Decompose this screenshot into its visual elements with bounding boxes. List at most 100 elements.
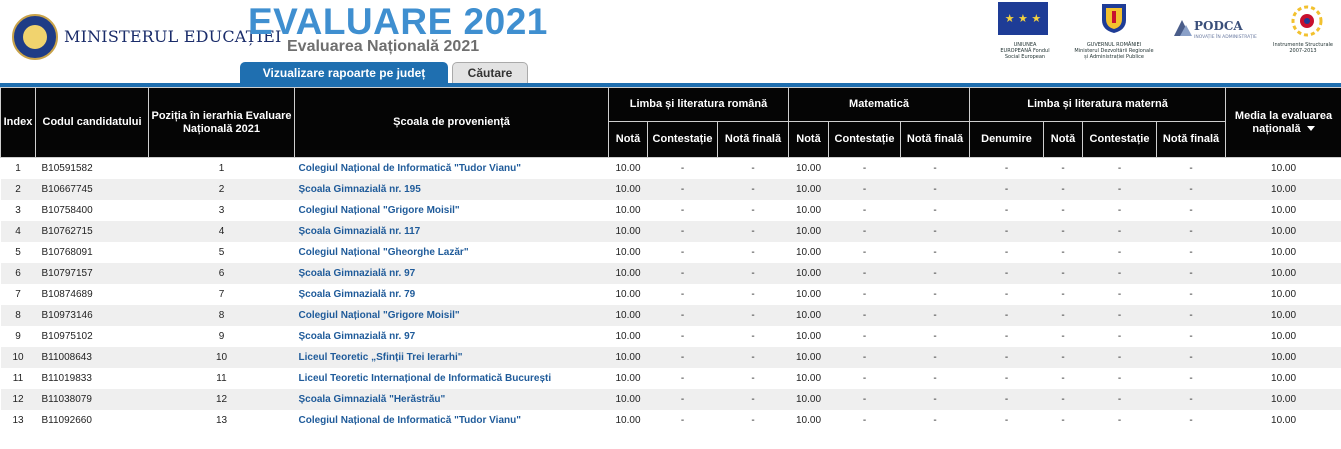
col-header-materna-contestatie[interactable]: Contestație (1082, 121, 1157, 158)
col-header-mate-contestatie[interactable]: Contestație (828, 121, 901, 158)
cell-index: 13 (0, 410, 36, 431)
cell-materna-nota: - (1043, 242, 1083, 263)
cell-mate-nota-finala: - (900, 410, 970, 431)
table-row: 8 B10973146 8 Colegiul Național "Grigore Mo… (0, 305, 1341, 326)
cell-mate-contestatie: - (828, 410, 901, 431)
cell-materna-denumire: - (969, 263, 1044, 284)
cell-mate-nota: 10.00 (788, 157, 829, 179)
cell-school-link[interactable]: Școala Gimnazială nr. 79 (294, 284, 609, 305)
cell-materna-nota: - (1043, 284, 1083, 305)
cell-code: B10973146 (35, 305, 149, 326)
ministry-crest-icon (12, 14, 58, 60)
cell-materna-contestatie: - (1082, 242, 1157, 263)
cell-school-link[interactable]: Colegiul Național "Gheorghe Lazăr" (294, 242, 609, 263)
cell-romana-nota: 10.00 (608, 305, 648, 326)
col-header-mate-nota[interactable]: Notă (788, 121, 829, 158)
cell-school-link[interactable]: Colegiul Național "Grigore Moisil" (294, 200, 609, 221)
cell-materna-contestatie: - (1082, 410, 1157, 431)
cell-index: 8 (0, 305, 36, 326)
cell-index: 5 (0, 242, 36, 263)
cell-school-link[interactable]: Școala Gimnazială nr. 117 (294, 221, 609, 242)
tab-cautare[interactable]: Căutare (452, 62, 528, 83)
col-header-school[interactable]: Școala de proveniență (294, 87, 609, 158)
table-row: 9 B10975102 9 Școala Gimnazială nr. 97 10.00… (0, 326, 1341, 347)
cell-materna-denumire: - (969, 157, 1044, 179)
cell-mate-nota: 10.00 (788, 305, 829, 326)
col-header-code[interactable]: Codul candidatului (35, 87, 149, 158)
cell-materna-nota-finala: - (1156, 368, 1226, 389)
col-header-mate-nota-finala[interactable]: Notă finală (900, 121, 970, 158)
cell-media: 10.00 (1225, 389, 1341, 410)
col-header-romana-nota[interactable]: Notă (608, 121, 648, 158)
cell-materna-denumire: - (969, 200, 1044, 221)
cell-school-link[interactable]: Liceul Teoretic Internațional de Informa… (294, 368, 609, 389)
cell-school-link[interactable]: Liceul Teoretic „Sfinții Trei Ierarhi" (294, 347, 609, 368)
cell-romana-nota: 10.00 (608, 389, 648, 410)
group-header-matematica: Matematică (788, 87, 970, 122)
cell-romana-nota: 10.00 (608, 221, 648, 242)
table-row: 10 B11008643 10 Liceul Teoretic „Sfinții Tr… (0, 347, 1341, 368)
cell-romana-nota: 10.00 (608, 368, 648, 389)
cell-school-link[interactable]: Școala Gimnazială nr. 97 (294, 326, 609, 347)
cell-materna-denumire: - (969, 368, 1044, 389)
cell-media: 10.00 (1225, 263, 1341, 284)
cell-materna-nota: - (1043, 200, 1083, 221)
tab-vizualizare-rapoarte[interactable]: Vizualizare rapoarte pe județ (240, 62, 448, 83)
sort-desc-icon[interactable] (1306, 126, 1315, 132)
cell-materna-nota: - (1043, 263, 1083, 284)
cell-index: 9 (0, 326, 36, 347)
cell-media: 10.00 (1225, 347, 1341, 368)
cell-media: 10.00 (1225, 242, 1341, 263)
cell-materna-denumire: - (969, 305, 1044, 326)
cell-materna-nota-finala: - (1156, 305, 1226, 326)
cell-romana-contestatie: - (647, 221, 718, 242)
cell-media: 10.00 (1225, 410, 1341, 431)
cell-school-link[interactable]: Școala Gimnazială "Herăstrău" (294, 389, 609, 410)
cell-school-link[interactable]: Școala Gimnazială nr. 195 (294, 179, 609, 200)
tab-bar: Vizualizare rapoarte pe județ Căutare (240, 62, 532, 84)
table-row: 3 B10758400 3 Colegiul Național "Grigore Mo… (0, 200, 1341, 221)
cell-materna-nota-finala: - (1156, 242, 1226, 263)
cell-romana-nota-finala: - (717, 221, 789, 242)
cell-mate-nota: 10.00 (788, 221, 829, 242)
cell-school-link[interactable]: Colegiul Național de Informatică "Tudor … (294, 410, 609, 431)
cell-romana-contestatie: - (647, 157, 718, 179)
cell-school-link[interactable]: Colegiul Național de Informatică "Tudor … (294, 157, 609, 179)
svg-text:INOVAȚIE ÎN ADMINISTRAȚIE: INOVAȚIE ÎN ADMINISTRAȚIE (1194, 33, 1257, 40)
cell-media: 10.00 (1225, 326, 1341, 347)
col-header-materna-denumire[interactable]: Denumire (969, 121, 1044, 158)
cell-mate-nota-finala: - (900, 347, 970, 368)
cell-school-link[interactable]: Școala Gimnazială nr. 97 (294, 263, 609, 284)
cell-mate-contestatie: - (828, 389, 901, 410)
col-header-romana-contestatie[interactable]: Contestație (647, 121, 718, 158)
cell-mate-nota: 10.00 (788, 389, 829, 410)
cell-index: 10 (0, 347, 36, 368)
cell-romana-nota-finala: - (717, 326, 789, 347)
col-header-media[interactable]: Media la evaluarea națională (1225, 87, 1341, 158)
col-header-index[interactable]: Index (0, 87, 36, 158)
cell-code: B10667745 (35, 179, 149, 200)
cell-romana-nota: 10.00 (608, 157, 648, 179)
cell-code: B10762715 (35, 221, 149, 242)
structural-instruments-logo (1291, 5, 1323, 37)
cell-materna-denumire: - (969, 179, 1044, 200)
cell-media: 10.00 (1225, 368, 1341, 389)
col-header-materna-nota[interactable]: Notă (1043, 121, 1083, 158)
cell-romana-nota-finala: - (717, 242, 789, 263)
cell-mate-nota-finala: - (900, 263, 970, 284)
cell-mate-nota-finala: - (900, 284, 970, 305)
cell-materna-denumire: - (969, 410, 1044, 431)
cell-materna-contestatie: - (1082, 305, 1157, 326)
cell-romana-contestatie: - (647, 263, 718, 284)
col-header-materna-nota-finala[interactable]: Notă finală (1155, 121, 1227, 158)
cell-school-link[interactable]: Colegiul Național "Grigore Moisil" (294, 305, 609, 326)
cell-materna-denumire: - (969, 242, 1044, 263)
cell-media: 10.00 (1225, 157, 1341, 179)
table-row: 4 B10762715 4 Școala Gimnazială nr. 117 10.0… (0, 221, 1341, 242)
svg-text:PODCA: PODCA (1194, 19, 1243, 33)
col-header-position[interactable]: Poziția în ierarhia Evaluare Națională 2… (148, 87, 295, 158)
cell-position: 9 (148, 326, 295, 347)
cell-materna-contestatie: - (1082, 200, 1157, 221)
cell-code: B10591582 (35, 157, 149, 179)
col-header-romana-nota-finala[interactable]: Notă finală (717, 121, 789, 158)
